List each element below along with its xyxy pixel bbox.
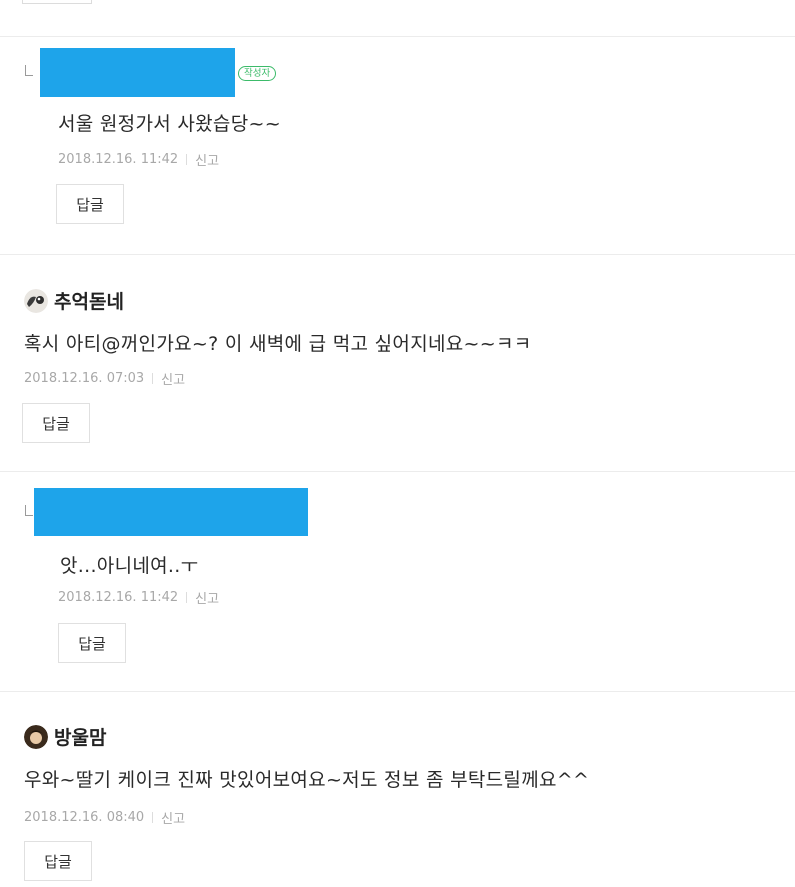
report-link[interactable]: 신고 (161, 808, 185, 827)
divider (0, 691, 795, 692)
comment-text: 우와~딸기 케이크 진짜 맛있어보여요~저도 정보 좀 부탁드릴께요^^ (24, 769, 590, 791)
comment-text: 혹시 아티@꺼인가요~? 이 새벽에 급 먹고 싶어지네요~~ㅋㅋ (24, 333, 532, 355)
comment-author[interactable]: 방울맘 (54, 723, 106, 750)
divider (0, 254, 795, 255)
meta-separator (186, 592, 188, 603)
comment-text: 서울 원정가서 사왔습당~~ (58, 113, 281, 135)
divider (0, 471, 795, 472)
avatar-image (24, 725, 48, 749)
comment-date: 2018.12.16. 11:42 (58, 152, 179, 167)
meta-separator (152, 373, 154, 384)
comment-meta: 2018.12.16. 07:03 신고 (24, 369, 185, 388)
meta-separator (186, 154, 188, 165)
avatar-image (24, 289, 48, 313)
comment-meta: 2018.12.16. 11:42 신고 (58, 150, 219, 169)
avatar[interactable] (24, 289, 48, 313)
reply-button[interactable]: 답글 (22, 403, 90, 443)
comment-meta: 2018.12.16. 11:42 신고 (58, 588, 219, 607)
comment-text: 앗...아니네여..ㅜ (60, 555, 199, 577)
comment-author[interactable]: 추억돋네 (54, 287, 124, 314)
report-link[interactable]: 신고 (161, 369, 185, 388)
redacted-username (40, 48, 235, 97)
report-link[interactable]: 신고 (195, 588, 219, 607)
comment-date: 2018.12.16. 08:40 (24, 810, 145, 825)
previous-reply-button[interactable] (22, 0, 92, 4)
author-badge: 작성자 (238, 66, 277, 81)
reply-button[interactable]: 답글 (58, 623, 126, 663)
reply-indent-icon (25, 65, 33, 76)
comment-date: 2018.12.16. 07:03 (24, 371, 145, 386)
avatar[interactable] (24, 725, 48, 749)
comment-meta: 2018.12.16. 08:40 신고 (24, 808, 185, 827)
reply-button[interactable]: 답글 (56, 184, 124, 224)
report-link[interactable]: 신고 (195, 150, 219, 169)
meta-separator (152, 812, 154, 823)
comment-text-clip: 우와~딸기 케이크 진짜 맛있어보여요~저도 정보 좀 부탁드릴께요^^ (0, 762, 795, 792)
reply-button[interactable]: 답글 (24, 841, 92, 881)
redacted-username (34, 488, 308, 536)
divider (0, 36, 795, 37)
reply-indent-icon (25, 505, 33, 516)
comment-date: 2018.12.16. 11:42 (58, 590, 179, 605)
